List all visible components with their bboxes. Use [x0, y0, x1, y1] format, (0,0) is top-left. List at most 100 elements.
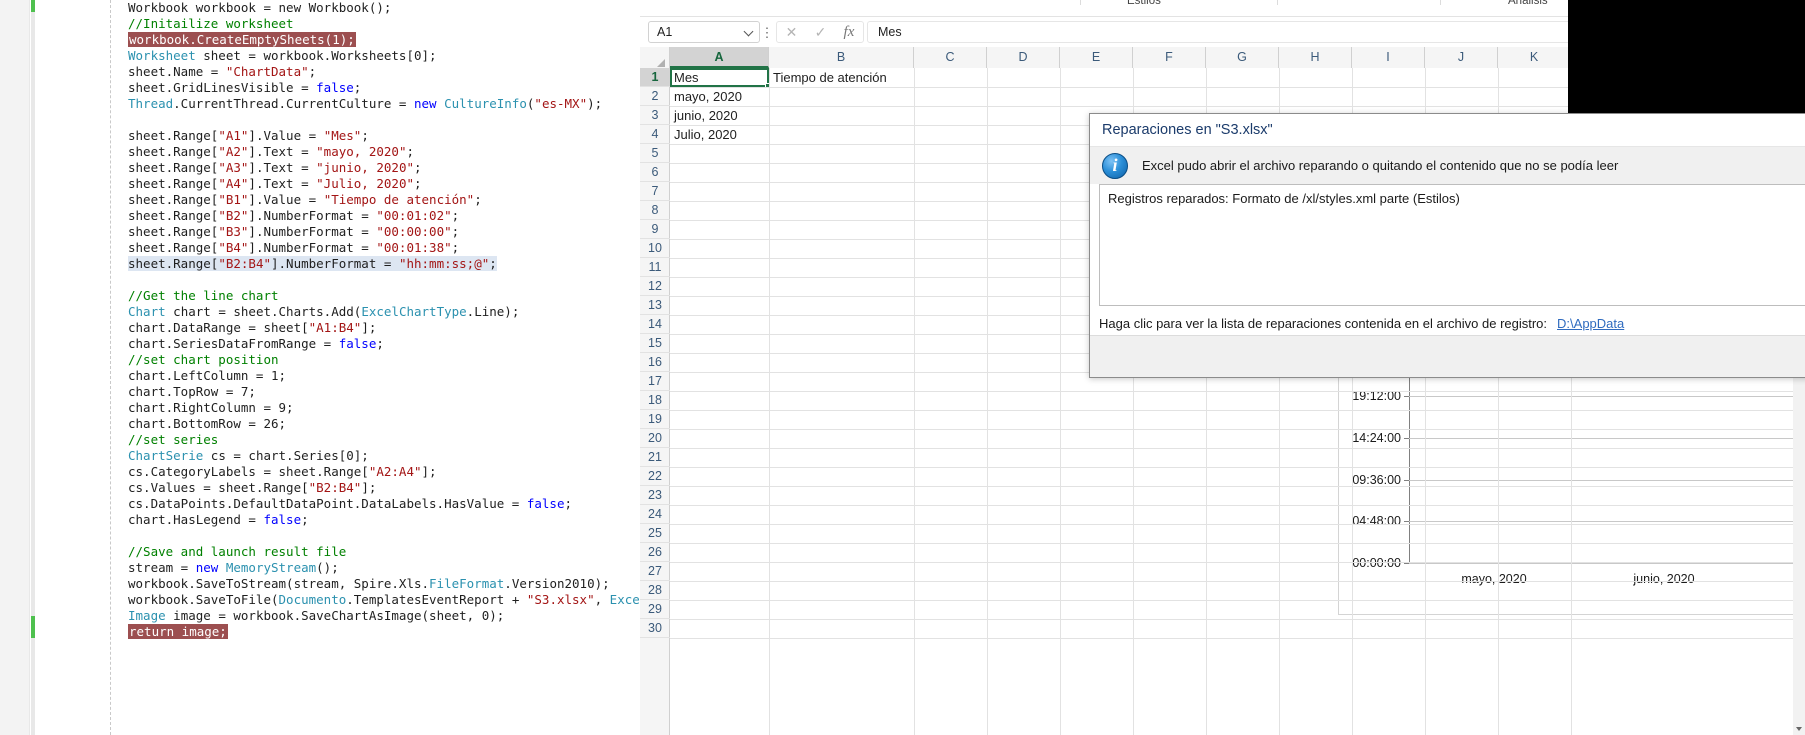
row-header-21[interactable]: 21: [640, 448, 670, 467]
code-line[interactable]: chart.LeftColumn = 1;: [0, 368, 640, 384]
code-line[interactable]: chart.SeriesDataFromRange = false;: [0, 336, 640, 352]
row-header-23[interactable]: 23: [640, 486, 670, 505]
row-header-18[interactable]: 18: [640, 391, 670, 410]
code-line[interactable]: sheet.Range["A1"].Value = "Mes";: [0, 128, 640, 144]
row-header-4[interactable]: 4: [640, 125, 670, 144]
cell-A3[interactable]: junio, 2020: [670, 106, 738, 125]
row-header-7[interactable]: 7: [640, 182, 670, 201]
row-header-28[interactable]: 28: [640, 581, 670, 600]
row-header-30[interactable]: 30: [640, 619, 670, 638]
code-line[interactable]: chart.RightColumn = 9;: [0, 400, 640, 416]
select-all-corner[interactable]: [640, 47, 670, 68]
code-line[interactable]: sheet.Name = "ChartData";: [0, 64, 640, 80]
code-line[interactable]: Workbook workbook = new Workbook();: [0, 0, 640, 16]
row-header-22[interactable]: 22: [640, 467, 670, 486]
row-header-8[interactable]: 8: [640, 201, 670, 220]
code-line[interactable]: stream = new MemoryStream();: [0, 560, 640, 576]
column-header-g[interactable]: G: [1206, 47, 1279, 68]
row-header-9[interactable]: 9: [640, 220, 670, 239]
code-line[interactable]: //set series: [0, 432, 640, 448]
code-line[interactable]: Worksheet sheet = workbook.Worksheets[0]…: [0, 48, 640, 64]
column-header-f[interactable]: F: [1133, 47, 1206, 68]
code-line[interactable]: //Save and launch result file: [0, 544, 640, 560]
dialog-repair-list[interactable]: Registros reparados: Formato de /xl/styl…: [1099, 184, 1805, 306]
code-line[interactable]: //Get the line chart: [0, 288, 640, 304]
row-header-15[interactable]: 15: [640, 334, 670, 353]
code-line[interactable]: sheet.GridLinesVisible = false;: [0, 80, 640, 96]
row-header-column[interactable]: 1 2 3 4 5 6 7 8 9 10 11 12 13 14 15 16 17 18 19 20 21 22 23 24 2…: [640, 68, 670, 735]
column-header-b[interactable]: B: [769, 47, 914, 68]
code-line[interactable]: chart.HasLegend = false;: [0, 512, 640, 528]
cell-A2[interactable]: mayo, 2020: [670, 87, 742, 106]
code-line[interactable]: [0, 272, 640, 288]
row-header-29[interactable]: 29: [640, 600, 670, 619]
row-header-20[interactable]: 20: [640, 429, 670, 448]
row-header-3[interactable]: 3: [640, 106, 670, 125]
cell-A1[interactable]: Mes: [670, 68, 699, 87]
confirm-entry-icon[interactable]: ✓: [815, 24, 827, 41]
code-line[interactable]: Thread.CurrentThread.CurrentCulture = ne…: [0, 96, 640, 112]
code-line[interactable]: sheet.Range["B3"].NumberFormat = "00:00:…: [0, 224, 640, 240]
code-line[interactable]: chart.BottomRow = 26;: [0, 416, 640, 432]
name-box[interactable]: A1: [648, 21, 760, 43]
code-line[interactable]: cs.CategoryLabels = sheet.Range["A2:A4"]…: [0, 464, 640, 480]
scroll-down-button[interactable]: [1793, 723, 1805, 735]
code-line[interactable]: chart.DataRange = sheet["A1:B4"];: [0, 320, 640, 336]
cell-A4[interactable]: Julio, 2020: [670, 125, 737, 144]
row-header-25[interactable]: 25: [640, 524, 670, 543]
column-header-a[interactable]: A: [670, 47, 769, 68]
code-line[interactable]: ChartSerie cs = chart.Series[0];: [0, 448, 640, 464]
editor-code-lines[interactable]: Workbook workbook = new Workbook();//Ini…: [0, 0, 640, 640]
code-line[interactable]: sheet.Range["B2:B4"].NumberFormat = "hh:…: [0, 256, 640, 272]
column-header-k[interactable]: K: [1498, 47, 1571, 68]
column-header-e[interactable]: E: [1060, 47, 1133, 68]
row-header-16[interactable]: 16: [640, 353, 670, 372]
code-line[interactable]: workbook.SaveToFile(Documento.TemplatesE…: [0, 592, 640, 608]
column-header-h[interactable]: H: [1279, 47, 1352, 68]
row-header-19[interactable]: 19: [640, 410, 670, 429]
row-header-17[interactable]: 17: [640, 372, 670, 391]
code-line[interactable]: workbook.SaveToStream(stream, Spire.Xls.…: [0, 576, 640, 592]
row-header-24[interactable]: 24: [640, 505, 670, 524]
column-header-j[interactable]: J: [1425, 47, 1498, 68]
code-line[interactable]: cs.Values = sheet.Range["B2:B4"];: [0, 480, 640, 496]
code-line[interactable]: sheet.Range["A4"].Text = "Julio, 2020";: [0, 176, 640, 192]
code-line[interactable]: [0, 528, 640, 544]
column-header-i[interactable]: I: [1352, 47, 1425, 68]
row-header-12[interactable]: 12: [640, 277, 670, 296]
row-header-11[interactable]: 11: [640, 258, 670, 277]
code-line[interactable]: //set chart position: [0, 352, 640, 368]
more-options-icon[interactable]: ⋮: [760, 26, 774, 39]
code-editor-pane[interactable]: Workbook workbook = new Workbook();//Ini…: [0, 0, 640, 735]
code-line[interactable]: //Initailize worksheet: [0, 16, 640, 32]
column-header-c[interactable]: C: [914, 47, 987, 68]
code-line[interactable]: sheet.Range["B1"].Value = "Tiempo de ate…: [0, 192, 640, 208]
code-line[interactable]: Image image = workbook.SaveChartAsImage(…: [0, 608, 640, 624]
dialog-log-file-link[interactable]: D:\AppData: [1557, 316, 1624, 331]
row-header-26[interactable]: 26: [640, 543, 670, 562]
code-line[interactable]: cs.DataPoints.DefaultDataPoint.DataLabel…: [0, 496, 640, 512]
row-header-13[interactable]: 13: [640, 296, 670, 315]
formula-action-buttons[interactable]: ✕ ✓ fx: [776, 21, 864, 43]
code-line[interactable]: workbook.CreateEmptySheets(1);: [0, 32, 640, 48]
row-header-10[interactable]: 10: [640, 239, 670, 258]
row-header-5[interactable]: 5: [640, 144, 670, 163]
row-header-1[interactable]: 1: [640, 68, 670, 87]
row-header-6[interactable]: 6: [640, 163, 670, 182]
cancel-entry-icon[interactable]: ✕: [786, 24, 798, 41]
insert-function-icon[interactable]: fx: [844, 24, 855, 41]
code-line[interactable]: return image;: [0, 624, 640, 640]
column-header-d[interactable]: D: [987, 47, 1060, 68]
row-header-14[interactable]: 14: [640, 315, 670, 334]
code-line[interactable]: sheet.Range["A2"].Text = "mayo, 2020";: [0, 144, 640, 160]
code-line[interactable]: [0, 112, 640, 128]
code-line[interactable]: sheet.Range["B2"].NumberFormat = "00:01:…: [0, 208, 640, 224]
row-header-27[interactable]: 27: [640, 562, 670, 581]
code-line[interactable]: sheet.Range["B4"].NumberFormat = "00:01:…: [0, 240, 640, 256]
repair-dialog[interactable]: Reparaciones en "S3.xlsx" Excel pudo abr…: [1089, 113, 1805, 378]
code-line[interactable]: chart.TopRow = 7;: [0, 384, 640, 400]
cell-B1[interactable]: Tiempo de atención: [769, 68, 887, 87]
chevron-down-icon[interactable]: [745, 27, 755, 37]
code-line[interactable]: sheet.Range["A3"].Text = "junio, 2020";: [0, 160, 640, 176]
row-header-2[interactable]: 2: [640, 87, 670, 106]
